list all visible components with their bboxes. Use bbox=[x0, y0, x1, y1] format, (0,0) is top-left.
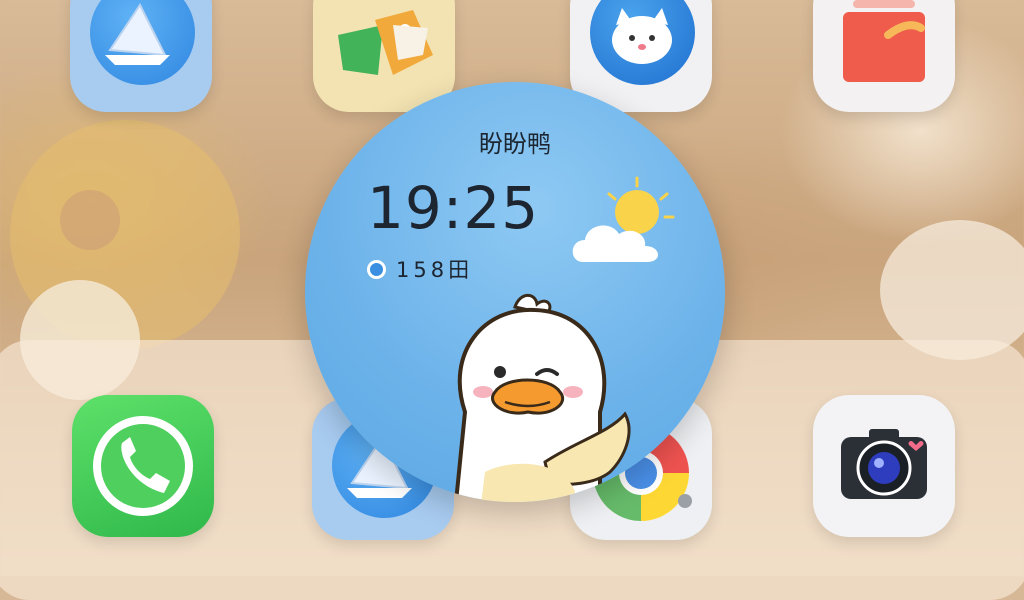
wallpaper-decor bbox=[60, 190, 120, 250]
app-gallery[interactable] bbox=[813, 0, 955, 112]
partly-cloudy-icon bbox=[572, 176, 675, 262]
gallery-icon bbox=[843, 0, 925, 82]
widget-title: 盼盼鸭 bbox=[479, 130, 551, 158]
phone-icon bbox=[93, 416, 193, 516]
duck-illustration bbox=[453, 293, 631, 502]
dock-camera[interactable] bbox=[813, 395, 955, 537]
app-price-tag[interactable] bbox=[313, 0, 455, 112]
status-dot-icon bbox=[367, 259, 386, 279]
duck-clock-widget[interactable]: 盼盼鸭 19:25 158田 bbox=[305, 82, 725, 502]
widget-status-text: 158田 bbox=[396, 258, 474, 282]
app-cat[interactable] bbox=[570, 0, 712, 112]
mail-icon bbox=[105, 3, 170, 65]
dock-phone[interactable] bbox=[72, 395, 214, 537]
cat-app-icon bbox=[612, 8, 672, 64]
camera-icon bbox=[841, 429, 927, 499]
widget-status-row: 158田 bbox=[367, 254, 473, 284]
price-tag-icon bbox=[338, 10, 433, 75]
widget-clock-time: 19:25 bbox=[367, 174, 540, 242]
app-mail-top[interactable] bbox=[70, 0, 212, 112]
